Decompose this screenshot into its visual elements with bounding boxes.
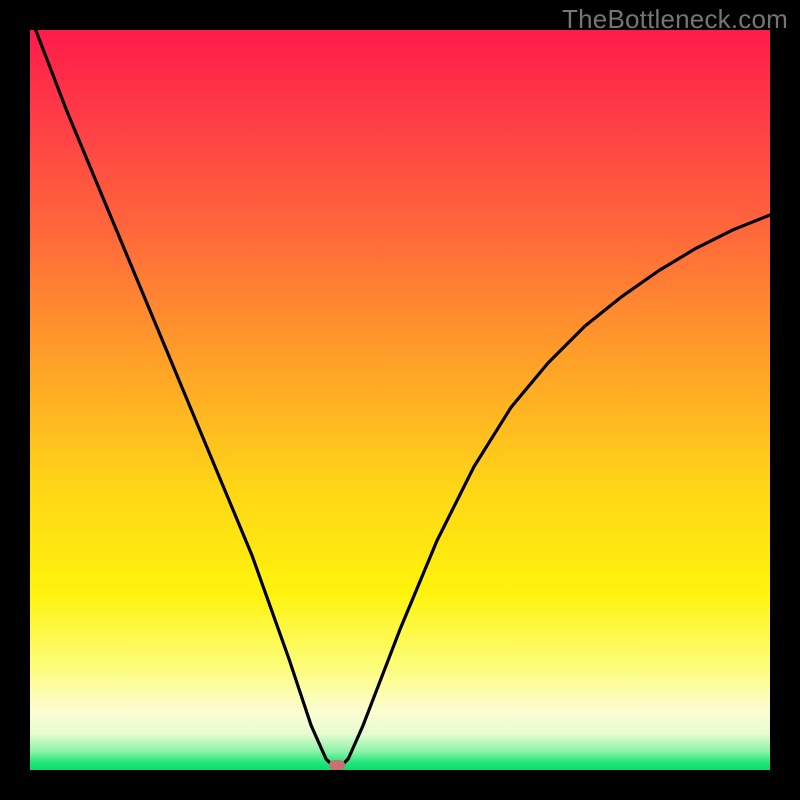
plot-area (30, 30, 770, 770)
bottleneck-curve (30, 30, 770, 770)
optimal-point-marker (329, 760, 345, 770)
chart-container: TheBottleneck.com (0, 0, 800, 800)
curve-layer (30, 30, 770, 770)
